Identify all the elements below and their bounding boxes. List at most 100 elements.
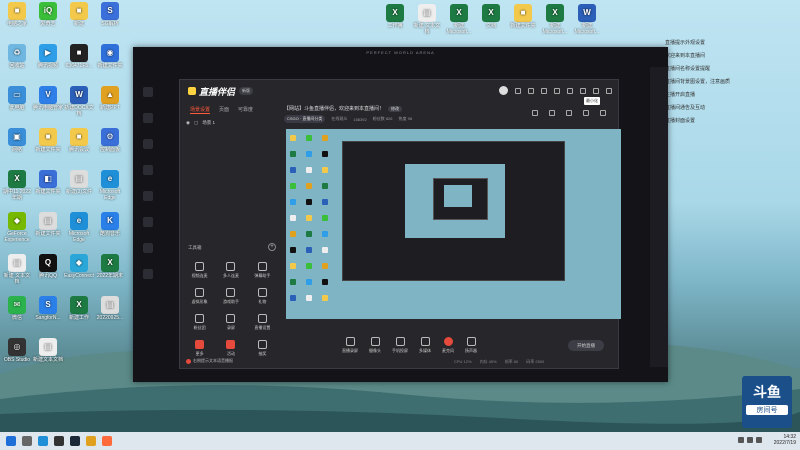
tool-item[interactable]: 直播设置 [247,314,278,331]
volume-icon[interactable] [747,437,753,443]
tool-item[interactable]: 更多 [184,340,215,357]
desktop-icon[interactable]: X 工作簿 [380,4,410,29]
start-icon[interactable] [6,436,16,446]
avatar[interactable] [499,86,508,95]
close-icon[interactable] [606,87,612,94]
tool-item[interactable]: 多人连麦 [215,262,246,279]
tool-item[interactable]: 游戏助手 [215,288,246,305]
shirt-icon[interactable] [554,87,560,94]
source-button[interactable]: 麦克风 [442,337,454,354]
desktop-icon[interactable]: X 新建工作 [64,296,94,321]
tool-item[interactable]: 活动 [215,340,246,357]
desktop-icon[interactable]: ■ 636471F5... [64,44,94,69]
bell-icon[interactable] [583,110,589,116]
desktop-icon[interactable]: ▤ 新建文本文档 [33,338,63,363]
source-button[interactable]: 多媒体 [419,337,431,354]
steam-icon[interactable] [70,436,80,446]
stream-preview[interactable] [286,129,621,319]
search-icon[interactable] [22,436,32,446]
desktop-icon[interactable]: W 新建DOCX文档 [64,86,94,117]
tab-pages[interactable]: 页面 [219,106,229,114]
lock-icon[interactable]: ▢ [194,120,198,126]
desktop-icon[interactable]: X 新建 Microsoft... [444,4,474,35]
left-footer-text[interactable]: 右侧提示文本语音播报 [193,358,233,364]
battery-icon[interactable] [756,437,762,443]
gift-box-icon[interactable] [532,110,538,116]
wifi-icon[interactable] [738,437,744,443]
tool-item[interactable]: 弹幕助手 [247,262,278,279]
minimize-icon[interactable] [580,87,586,94]
desktop-icon[interactable]: ◧ 新建文件夹 [33,170,63,195]
desktop-icon[interactable]: S SG解析 [95,2,125,27]
tool-item[interactable]: 视频连麦 [184,262,215,279]
desktop-icon[interactable]: ⚙ 控制面板 [95,128,125,153]
sidebar-icon[interactable] [143,191,153,201]
desktop-icon[interactable]: ▤ 新建 文本文档 [2,254,32,285]
desktop-icon[interactable]: ♻ 回收站 [2,44,32,69]
desktop-icon[interactable]: ◎ OBS Studio [2,338,32,363]
source-button[interactable]: 手机投屏 [392,337,408,354]
desktop-icon[interactable]: ▣ 网络 [2,128,32,153]
settings-icon[interactable] [600,110,606,116]
tool-item[interactable]: 录屏 [215,314,246,331]
desktop-icon[interactable]: e Microsoft Edge [64,212,94,243]
lock-icon[interactable] [566,110,572,116]
desktop-icon[interactable]: ▭ 此电脑 [2,86,32,111]
edit-title-button[interactable]: 修改 [388,105,403,112]
sidebar-icon[interactable] [143,87,153,97]
tool-item[interactable]: 虚拟形象 [184,288,215,305]
menu-icon[interactable] [567,87,573,94]
sidebar-icon[interactable] [143,269,153,279]
sidebar-icon[interactable] [143,217,153,227]
obs-icon[interactable] [54,436,64,446]
tool-item[interactable]: 礼物 [247,288,278,305]
desktop-icon[interactable]: e Microsoft Edge [95,170,125,201]
tool-item[interactable]: 粉丝团 [184,314,215,331]
trophy-icon[interactable] [541,87,547,94]
desktop-icon[interactable]: ✉ 微信 [2,296,32,321]
streaming-app-taskbar-icon[interactable] [102,436,112,446]
desktop-icon[interactable]: X 2022年期末 [95,254,125,279]
desktop-icon[interactable]: K 酷狗音乐 [95,212,125,237]
desktop-icon[interactable]: W 新建 Microsoft... [572,4,602,35]
start-stream-button[interactable]: 开始直播 [568,340,604,351]
maximize-icon[interactable] [593,87,599,94]
tool-item[interactable]: 抽奖 [247,340,278,357]
desktop-icon[interactable]: ◉ 新建文件夹 [95,44,125,69]
desktop-icon[interactable]: iQ 爱奇艺 [33,2,63,27]
sidebar-icon[interactable] [143,113,153,123]
sidebar-icon[interactable] [143,139,153,149]
desktop-icon[interactable]: ■ 新建文件夹 [33,128,63,153]
desktop-icon[interactable]: Q 腾讯QQ [33,254,63,279]
clock[interactable]: 14:32 2022/7/19 [774,434,796,446]
desktop-icon[interactable]: ■ 新建 [64,2,94,27]
sidebar-icon[interactable] [143,165,153,175]
desktop-icon[interactable]: X 新建 Microsoft... [540,4,570,35]
desktop-icon[interactable]: X 文档 [476,4,506,29]
eye-icon[interactable]: ◉ [186,120,190,126]
desktop-icon[interactable]: V 腾讯电脑管家 [33,86,63,111]
desktop-icon[interactable]: ◆ GeForce Experience [2,212,32,243]
source-button[interactable]: 扬声器 [465,337,477,354]
tab-reliability[interactable]: 可靠度 [238,106,253,114]
tab-scene-settings[interactable]: 场景设置 [190,106,211,114]
desktop-icon[interactable]: ▶ 腾讯视频 [33,44,63,69]
desktop-icon[interactable]: ▲ 新建PPT [95,86,125,111]
desktop-icon[interactable]: ◆ EasyConnect [64,254,94,279]
sidebar-icon[interactable] [143,243,153,253]
message-icon[interactable] [515,87,521,94]
edge-icon[interactable] [38,436,48,446]
share-icon[interactable] [549,110,555,116]
room-title[interactable]: 【网站】斗鱼直播伴侣，欢迎来到本直播间！ [284,105,384,112]
desktop-icon[interactable]: ■ 新建文件夹 [508,4,538,29]
app-icon[interactable] [86,436,96,446]
desktop-icon[interactable]: ■ 腾讯会议 [64,128,94,153]
desktop-icon[interactable]: ▤ 20220925... [95,296,125,321]
desktop-icon[interactable]: ▤ 新建 文本文档 [412,4,442,35]
room-category[interactable]: CSGO · 直播间分类 [284,115,326,123]
desktop-icon[interactable]: ▤ 新建(2)文件 [64,170,94,195]
desktop-icon[interactable]: X 期中11 2022年期 [2,170,32,201]
desktop-icon[interactable]: ▤ 新建文件夹 [33,212,63,237]
source-button[interactable]: 直播录屏 [342,337,358,354]
desktop-icon[interactable]: S SangforN... [33,296,63,321]
